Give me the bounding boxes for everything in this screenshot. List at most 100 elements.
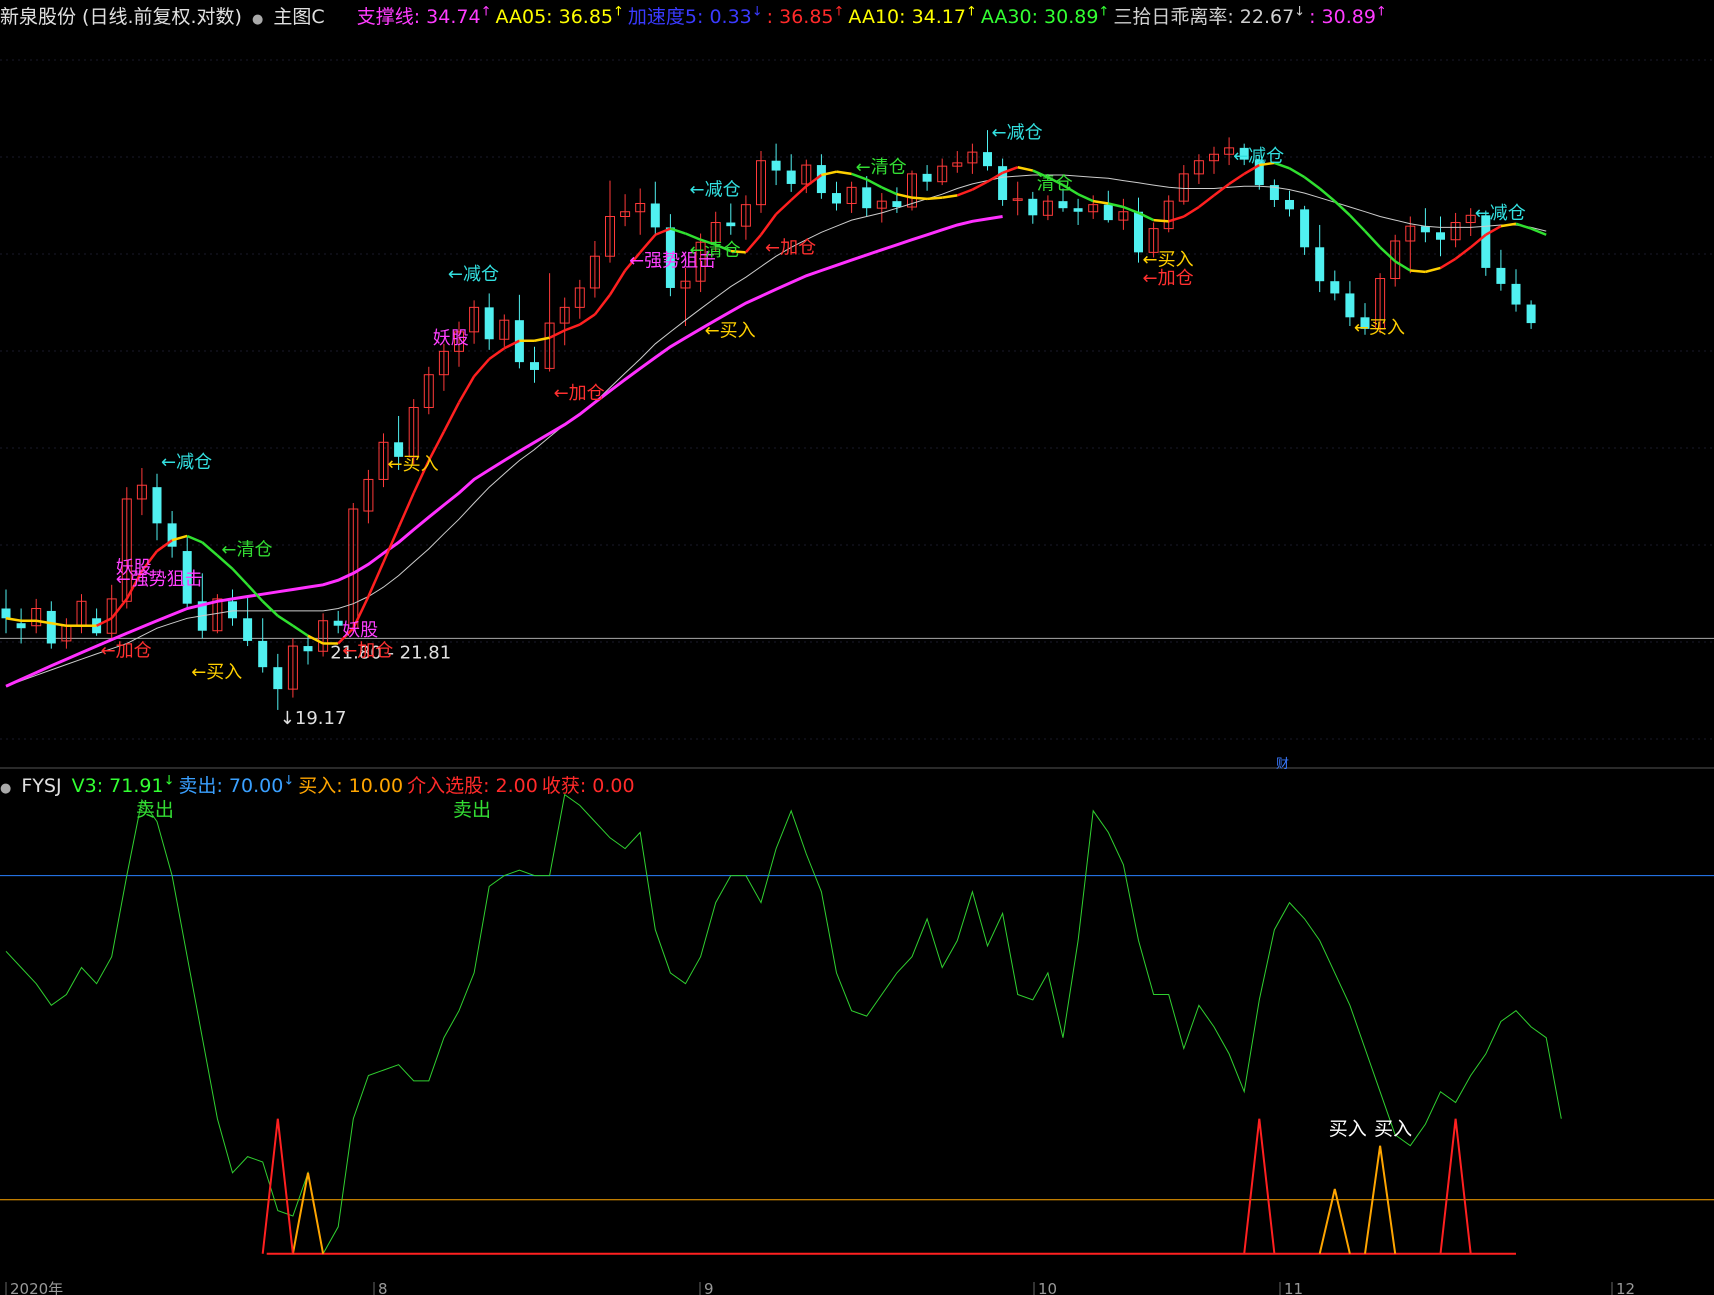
signal-label: ←买入 — [705, 320, 756, 341]
candle-body — [1526, 304, 1536, 324]
ma-fast-segment — [110, 598, 128, 620]
candle-body — [1285, 199, 1294, 210]
candle-body — [816, 165, 826, 194]
ma-fast-segment — [593, 294, 611, 316]
enter-signal-spike — [261, 1118, 294, 1254]
signal-label: ←买入 — [191, 662, 242, 683]
ma-fast-segment — [1077, 193, 1094, 203]
v3-line — [5, 793, 1562, 1256]
ma-fast-segment — [186, 534, 203, 544]
ma-fast-segment — [927, 196, 943, 201]
ma-fast-segment — [1153, 218, 1169, 223]
signal-label: ←清仓 — [690, 240, 741, 261]
signal-label: ←买入 — [388, 454, 439, 475]
enter-signal-spike — [1439, 1118, 1472, 1254]
candle-body — [228, 601, 237, 619]
finance-marker-icon: 财 — [1276, 757, 1289, 772]
signal-label: ←清仓 — [221, 539, 272, 560]
candle-body — [46, 610, 56, 644]
candle-body — [258, 640, 268, 668]
ma-fast-segment — [292, 624, 309, 637]
candle-body — [1058, 201, 1068, 209]
candle-body — [1420, 226, 1430, 233]
signal-label: ←加仓 — [1143, 268, 1194, 289]
candle-body — [771, 160, 781, 171]
ma-fast-segment — [1093, 199, 1109, 205]
ma-fast-segment — [442, 401, 461, 433]
ma-fast-segment — [1515, 222, 1532, 230]
candle-body — [530, 362, 539, 370]
ma-fast-segment — [896, 192, 913, 199]
sub-annotation: 买入 — [1374, 1118, 1412, 1140]
signal-label: ←清仓 — [856, 157, 907, 178]
ma-fast-segment — [1288, 167, 1306, 179]
signal-label: 妖股 — [342, 620, 378, 641]
ma-fast-segment — [759, 213, 778, 236]
candle-body — [1345, 293, 1355, 318]
ma-fast-segment — [1228, 172, 1245, 185]
candle-body — [1496, 267, 1506, 284]
ma-fast-segment — [5, 617, 22, 622]
ma-fast-segment — [1333, 200, 1351, 217]
support-line — [5, 215, 1003, 688]
candle-body — [152, 487, 162, 524]
signal-label: 清仓 — [1037, 174, 1073, 195]
x-axis-label: 12 — [1616, 1280, 1635, 1295]
buy-signal-spike — [1318, 1188, 1351, 1255]
signal-label: ←加仓 — [554, 383, 605, 404]
signal-label: ←减仓 — [992, 122, 1043, 143]
ma-fast-segment — [1198, 194, 1215, 208]
low-price-label: ↓19.17 — [280, 708, 347, 729]
ma-fast-segment — [307, 634, 324, 645]
ma-fast-segment — [231, 567, 249, 586]
ma-fast-segment — [685, 232, 702, 241]
signal-label: ←加仓 — [101, 641, 152, 662]
candle-body — [892, 201, 902, 208]
ma-fast-segment — [1303, 176, 1321, 190]
ma-fast-segment — [790, 185, 808, 201]
candle-body — [1073, 208, 1083, 212]
candle-body — [1300, 209, 1310, 248]
ma-fast-segment — [1394, 260, 1411, 272]
signal-label: 妖股 — [433, 328, 469, 349]
candle-body — [862, 187, 872, 209]
signal-label: ←减仓 — [448, 264, 499, 285]
signal-label: ←买入 — [1354, 317, 1405, 338]
candle-body — [983, 152, 992, 167]
stock-chart[interactable]: ↓19.1721.80 - 21.81←减仓←清仓←加仓←买入←强势狙击妖股妖股… — [0, 0, 1714, 1295]
ma-fast-segment — [1017, 166, 1034, 172]
ma-fast-segment — [564, 323, 581, 332]
candle-body — [922, 173, 932, 182]
ma-fast-segment — [1410, 269, 1426, 274]
ma-fast-segment — [1318, 187, 1336, 203]
candle-body — [726, 222, 736, 227]
ma-fast-segment — [956, 188, 973, 197]
x-axis-label: 9 — [704, 1280, 714, 1295]
sub-annotation: 卖出 — [453, 799, 491, 821]
ma-fast-segment — [911, 196, 928, 201]
ma-fast-segment — [1183, 205, 1200, 218]
signal-label: ←加仓 — [342, 641, 393, 662]
ma-fast-segment — [397, 492, 415, 529]
ma-fast-segment — [1500, 222, 1517, 228]
candle-body — [650, 203, 660, 228]
ma-fast-segment — [1439, 257, 1457, 269]
candle-body — [1330, 281, 1340, 294]
sub-annotation: 买入 — [1329, 1118, 1367, 1140]
x-axis-label: 8 — [378, 1280, 388, 1295]
x-axis-label: 2020年 — [10, 1280, 63, 1295]
ma-fast-segment — [1213, 182, 1230, 197]
candle-body — [1134, 211, 1143, 253]
ma-fast-segment — [277, 614, 294, 627]
sub-annotation: 卖出 — [136, 799, 174, 821]
enter-signal-spike — [1243, 1118, 1276, 1254]
ma-fast-segment — [549, 329, 566, 339]
ma-fast-segment — [836, 170, 852, 176]
candle-body — [786, 170, 796, 184]
x-axis-label: 10 — [1038, 1280, 1057, 1295]
ma-fast-segment — [1364, 230, 1382, 249]
x-axis-label: 11 — [1284, 1280, 1303, 1295]
ma-fast-segment — [881, 186, 898, 196]
signal-label: ←减仓 — [1233, 146, 1284, 167]
signal-label: ←加仓 — [765, 238, 816, 259]
